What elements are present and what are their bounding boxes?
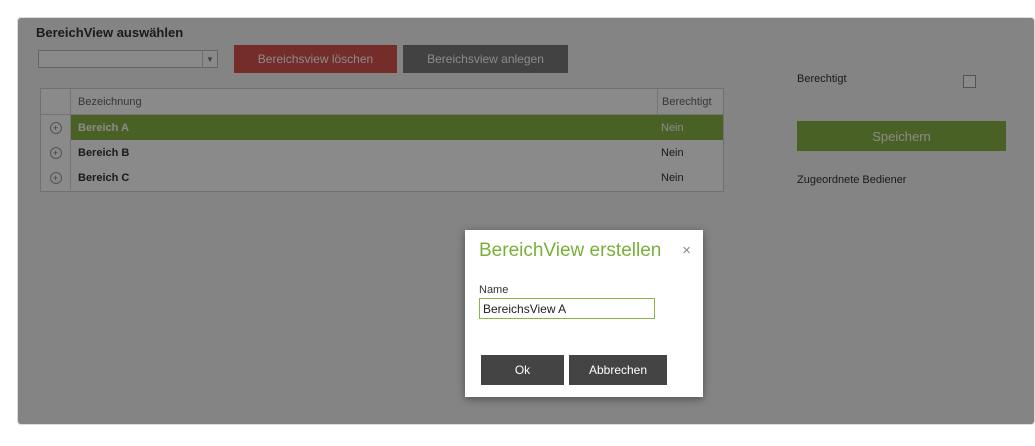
dialog-title: BereichView erstellen [479, 240, 662, 261]
close-icon[interactable]: × [682, 242, 691, 259]
create-bereichview-dialog: BereichView erstellen × Name Ok Abbreche… [465, 230, 703, 397]
cancel-button[interactable]: Abbrechen [569, 355, 667, 385]
ok-button[interactable]: Ok [481, 355, 564, 385]
name-field-label: Name [479, 284, 509, 296]
name-input[interactable] [479, 298, 655, 319]
